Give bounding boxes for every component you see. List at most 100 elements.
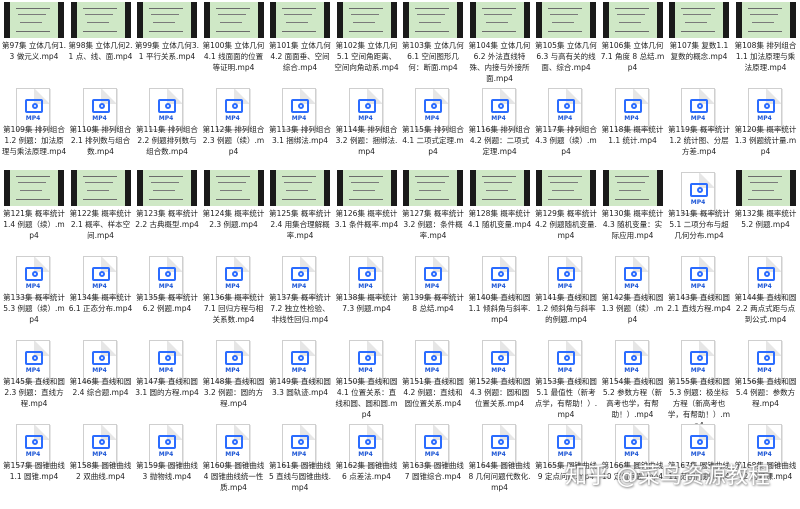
- file-item[interactable]: MP4 第151集 直线和圆4.2 例题：直线和圆位置关系.mp4: [400, 338, 466, 420]
- file-item[interactable]: MP4 第109集 排列组合1.2 例题：加法原理与乘法原理.mp4: [1, 86, 67, 168]
- file-name: 第150集 直线和圆4.1 位置关系：直线和圆、圆和圆.mp4: [335, 377, 398, 419]
- file-item[interactable]: 第130集 概率统计4.3 随机变量：实际应用.mp4: [600, 170, 666, 252]
- file-name: 第143集 直线和圆2.1 直线方程.mp4: [667, 293, 731, 313]
- file-item[interactable]: MP4 第134集 概率统计6.1 正态分布.mp4: [68, 254, 134, 336]
- file-item[interactable]: MP4 第120集 概率统计1.3 例题统计量.mp4: [733, 86, 799, 168]
- file-item[interactable]: 第125集 概率统计2.4 用集合理解概率.mp4: [267, 170, 333, 252]
- file-name: 第160集 圆锥曲线4 圆锥曲线统一性质.mp4: [202, 461, 265, 492]
- file-item[interactable]: MP4 第111集 排列组合2.2 例题排列数与组合数.mp4: [134, 86, 200, 168]
- video-thumbnail: [403, 2, 463, 38]
- file-item[interactable]: MP4 第137集 概率统计7.2 独立性检验、非线性回归.mp4: [267, 254, 333, 336]
- file-item[interactable]: MP4 第150集 直线和圆4.1 位置关系：直线和圆、圆和圆.mp4: [334, 338, 400, 420]
- file-name: 第135集 概率统计6.2 例题.mp4: [136, 293, 198, 313]
- file-name: 第104集 立体几何6.2 外法直线特殊、内接与外接所面.mp4: [468, 41, 531, 83]
- file-item[interactable]: MP4 第154集 直线和圆5.2 参数方程（新高考也学，有帮助！）.mp4: [600, 338, 666, 420]
- file-item[interactable]: 第122集 概率统计2.1 概率、样本空间.mp4: [68, 170, 134, 252]
- file-item[interactable]: MP4 第135集 概率统计6.2 例题.mp4: [134, 254, 200, 336]
- file-name: 第136集 概率统计7.1 回归方程与相关系数.mp4: [202, 293, 265, 324]
- file-item[interactable]: 第97集 立体几何1.3 做元义.mp4: [1, 2, 67, 84]
- file-item[interactable]: MP4 第117集 排列组合4.3 例题（续）.mp4: [533, 86, 599, 168]
- file-item[interactable]: 第102集 立体几何5.1 空间角距离、空间向角动系.mp4: [334, 2, 400, 84]
- file-item[interactable]: MP4 第133集 概率统计5.3 例题（续）.mp4: [1, 254, 67, 336]
- file-item[interactable]: 第124集 概率统计2.3 例题.mp4: [201, 170, 267, 252]
- file-name: 第99集 立体几何3.1 平行关系.mp4: [134, 41, 200, 61]
- file-item[interactable]: 第107集 复数1.1 复数的概念.mp4: [666, 2, 732, 84]
- file-item[interactable]: MP4 第114集 排列组合3.2 例题：捆绑法.mp4: [334, 86, 400, 168]
- file-item[interactable]: MP4 第118集 概率统计1.1 统计.mp4: [600, 86, 666, 168]
- file-item[interactable]: 第98集 立体几何2.1 点、线、面.mp4: [68, 2, 134, 84]
- file-item[interactable]: MP4 第131集 概率统计5.1 二项分布与超几何分布.mp4: [666, 170, 732, 252]
- file-name: 第120集 概率统计1.3 例题统计量.mp4: [734, 125, 797, 156]
- file-name: 第125集 概率统计2.4 用集合理解概率.mp4: [269, 209, 331, 240]
- file-item[interactable]: 第99集 立体几何3.1 平行关系.mp4: [134, 2, 200, 84]
- file-item[interactable]: MP4 第147集 直线和圆3.1 圆的方程.mp4: [134, 338, 200, 420]
- file-item[interactable]: MP4 第161集 圆锥曲线5 直线与圆锥曲线.mp4: [267, 422, 333, 504]
- file-item[interactable]: 第100集 立体几何4.1 线面面的位置等证明.mp4: [201, 2, 267, 84]
- file-name: 第112集 排列组合2.3 例题（续）.mp4: [202, 125, 265, 156]
- file-name: 第102集 立体几何5.1 空间角距离、空间向角动系.mp4: [334, 41, 399, 72]
- file-item[interactable]: MP4 第140集 直线和圆1.1 倾斜角与斜率.mp4: [467, 254, 533, 336]
- file-item[interactable]: 第104集 立体几何6.2 外法直线特殊、内接与外接所面.mp4: [467, 2, 533, 84]
- file-name: 第158集 圆锥曲线2 双曲线.mp4: [69, 461, 132, 481]
- file-item[interactable]: MP4 第145集 直线和圆2.3 例题：直线方程.mp4: [1, 338, 67, 420]
- file-item[interactable]: MP4 第152集 直线和圆4.3 例题：圆和圆位置关系.mp4: [467, 338, 533, 420]
- file-item[interactable]: MP4 第146集 直线和圆2.4 综合题.mp4: [68, 338, 134, 420]
- file-name: 第141集 直线和圆1.2 倾斜角与斜率的例题.mp4: [535, 293, 597, 324]
- video-thumbnail: [70, 2, 131, 38]
- watermark: 知乎 @菜鸟资源教程: [565, 464, 770, 489]
- file-item[interactable]: MP4 第142集 直线和圆1.3 例题（续）.mp4: [600, 254, 666, 336]
- file-item[interactable]: MP4 第156集 直线和圆5.4 例题：参数方程.mp4: [733, 338, 799, 420]
- file-item[interactable]: MP4 第160集 圆锥曲线4 圆锥曲线统一性质.mp4: [201, 422, 267, 504]
- file-item[interactable]: 第106集 立体几何7.1 角度 8 总结.mp4: [600, 2, 666, 84]
- file-item[interactable]: MP4 第144集 直线和圆2.2 两点式距与点到公式.mp4: [733, 254, 799, 336]
- file-item[interactable]: MP4 第139集 概率统计8 总结.mp4: [400, 254, 466, 336]
- file-item[interactable]: MP4 第158集 圆锥曲线2 双曲线.mp4: [68, 422, 134, 504]
- file-name: 第119集 概率统计1.2 统计图、分层方差.mp4: [668, 125, 730, 156]
- file-name: 第137集 概率统计7.2 独立性检验、非线性回归.mp4: [269, 293, 331, 324]
- file-item[interactable]: MP4 第149集 直线和圆3.3 圆轨迹.mp4: [267, 338, 333, 420]
- file-item[interactable]: 第128集 概率统计4.1 随机变量.mp4: [467, 170, 533, 252]
- file-item[interactable]: MP4 第163集 圆锥曲线7 圆锥综合.mp4: [400, 422, 466, 504]
- file-name: 第144集 直线和圆2.2 两点式距与点到公式.mp4: [734, 293, 797, 324]
- file-name: 第147集 直线和圆3.1 圆的方程.mp4: [135, 377, 199, 397]
- file-name: 第100集 立体几何4.1 线面面的位置等证明.mp4: [202, 41, 265, 72]
- file-item[interactable]: 第127集 概率统计3.2 例题：条件概率.mp4: [400, 170, 466, 252]
- file-item[interactable]: MP4 第116集 排列组合4.2 例题：二项式定理.mp4: [467, 86, 533, 168]
- file-name: 第132集 概率统计5.2 例题.mp4: [734, 209, 797, 229]
- file-item[interactable]: MP4 第113集 排列组合3.1 捆绑法.mp4: [267, 86, 333, 168]
- file-item[interactable]: MP4 第115集 排列组合4.1 二项式定理.mp4: [400, 86, 466, 168]
- file-item[interactable]: MP4 第138集 概率统计7.3 例题.mp4: [334, 254, 400, 336]
- file-name: 第162集 圆锥曲线6 点差法.mp4: [335, 461, 398, 481]
- file-name: 第107集 复数1.1 复数的概念.mp4: [669, 41, 729, 61]
- file-item[interactable]: 第103集 立体几何6.1 空间图形几何：断面.mp4: [400, 2, 466, 84]
- file-name: 第103集 立体几何6.1 空间图形几何：断面.mp4: [402, 41, 464, 72]
- video-thumbnail: [203, 2, 264, 38]
- file-item[interactable]: 第123集 概率统计2.2 古典概型.mp4: [134, 170, 200, 252]
- file-item[interactable]: MP4 第157集 圆锥曲线1.1 圆锥.mp4: [1, 422, 67, 504]
- file-item[interactable]: MP4 第110集 排列组合2.1 排列数与组合数.mp4: [68, 86, 134, 168]
- video-thumbnail: [602, 170, 663, 206]
- file-item[interactable]: 第101集 立体几何4.2 面面垂、空间综合.mp4: [267, 2, 333, 84]
- file-item[interactable]: MP4 第159集 圆锥曲线3 抛物线.mp4: [134, 422, 200, 504]
- file-name: 第148集 直线和圆3.2 例题：圆的方程.mp4: [202, 377, 265, 408]
- file-item[interactable]: MP4 第141集 直线和圆1.2 倾斜角与斜率的例题.mp4: [533, 254, 599, 336]
- file-item[interactable]: MP4 第136集 概率统计7.1 回归方程与相关系数.mp4: [201, 254, 267, 336]
- file-item[interactable]: MP4 第112集 排列组合2.3 例题（续）.mp4: [201, 86, 267, 168]
- file-item[interactable]: 第126集 概率统计3.1 条件概率.mp4: [334, 170, 400, 252]
- file-item[interactable]: MP4 第164集 圆锥曲线8 几何问题代数化.mp4: [467, 422, 533, 504]
- file-item[interactable]: MP4 第153集 直线和圆5.1 最值性（新考点学，有帮助！）.mp4: [533, 338, 599, 420]
- file-item[interactable]: 第132集 概率统计5.2 例题.mp4: [733, 170, 799, 252]
- video-thumbnail: [469, 170, 530, 206]
- file-item[interactable]: MP4 第143集 直线和圆2.1 直线方程.mp4: [666, 254, 732, 336]
- file-item[interactable]: MP4 第162集 圆锥曲线6 点差法.mp4: [334, 422, 400, 504]
- file-item[interactable]: 第121集 概率统计1.4 例题（续）.mp4: [1, 170, 67, 252]
- video-thumbnail: [536, 170, 596, 206]
- file-item[interactable]: 第108集 排列组合1.1 加法原理与乘法原理.mp4: [733, 2, 799, 84]
- file-item[interactable]: MP4 第119集 概率统计1.2 统计图、分层方差.mp4: [666, 86, 732, 168]
- file-name: 第122集 概率统计2.1 概率、样本空间.mp4: [69, 209, 132, 240]
- file-name: 第134集 概率统计6.1 正态分布.mp4: [68, 293, 133, 313]
- file-item[interactable]: 第129集 概率统计4.2 例题随机变量.mp4: [533, 170, 599, 252]
- file-item[interactable]: MP4第155集 直线和圆5.3 例题：极坐标方程（新高考也学，有帮助！）.mp…: [666, 338, 732, 430]
- file-item[interactable]: MP4 第148集 直线和圆3.2 例题：圆的方程.mp4: [201, 338, 267, 420]
- file-item[interactable]: 第105集 立体几何6.3 与高有关的线面、综合.mp4: [533, 2, 599, 84]
